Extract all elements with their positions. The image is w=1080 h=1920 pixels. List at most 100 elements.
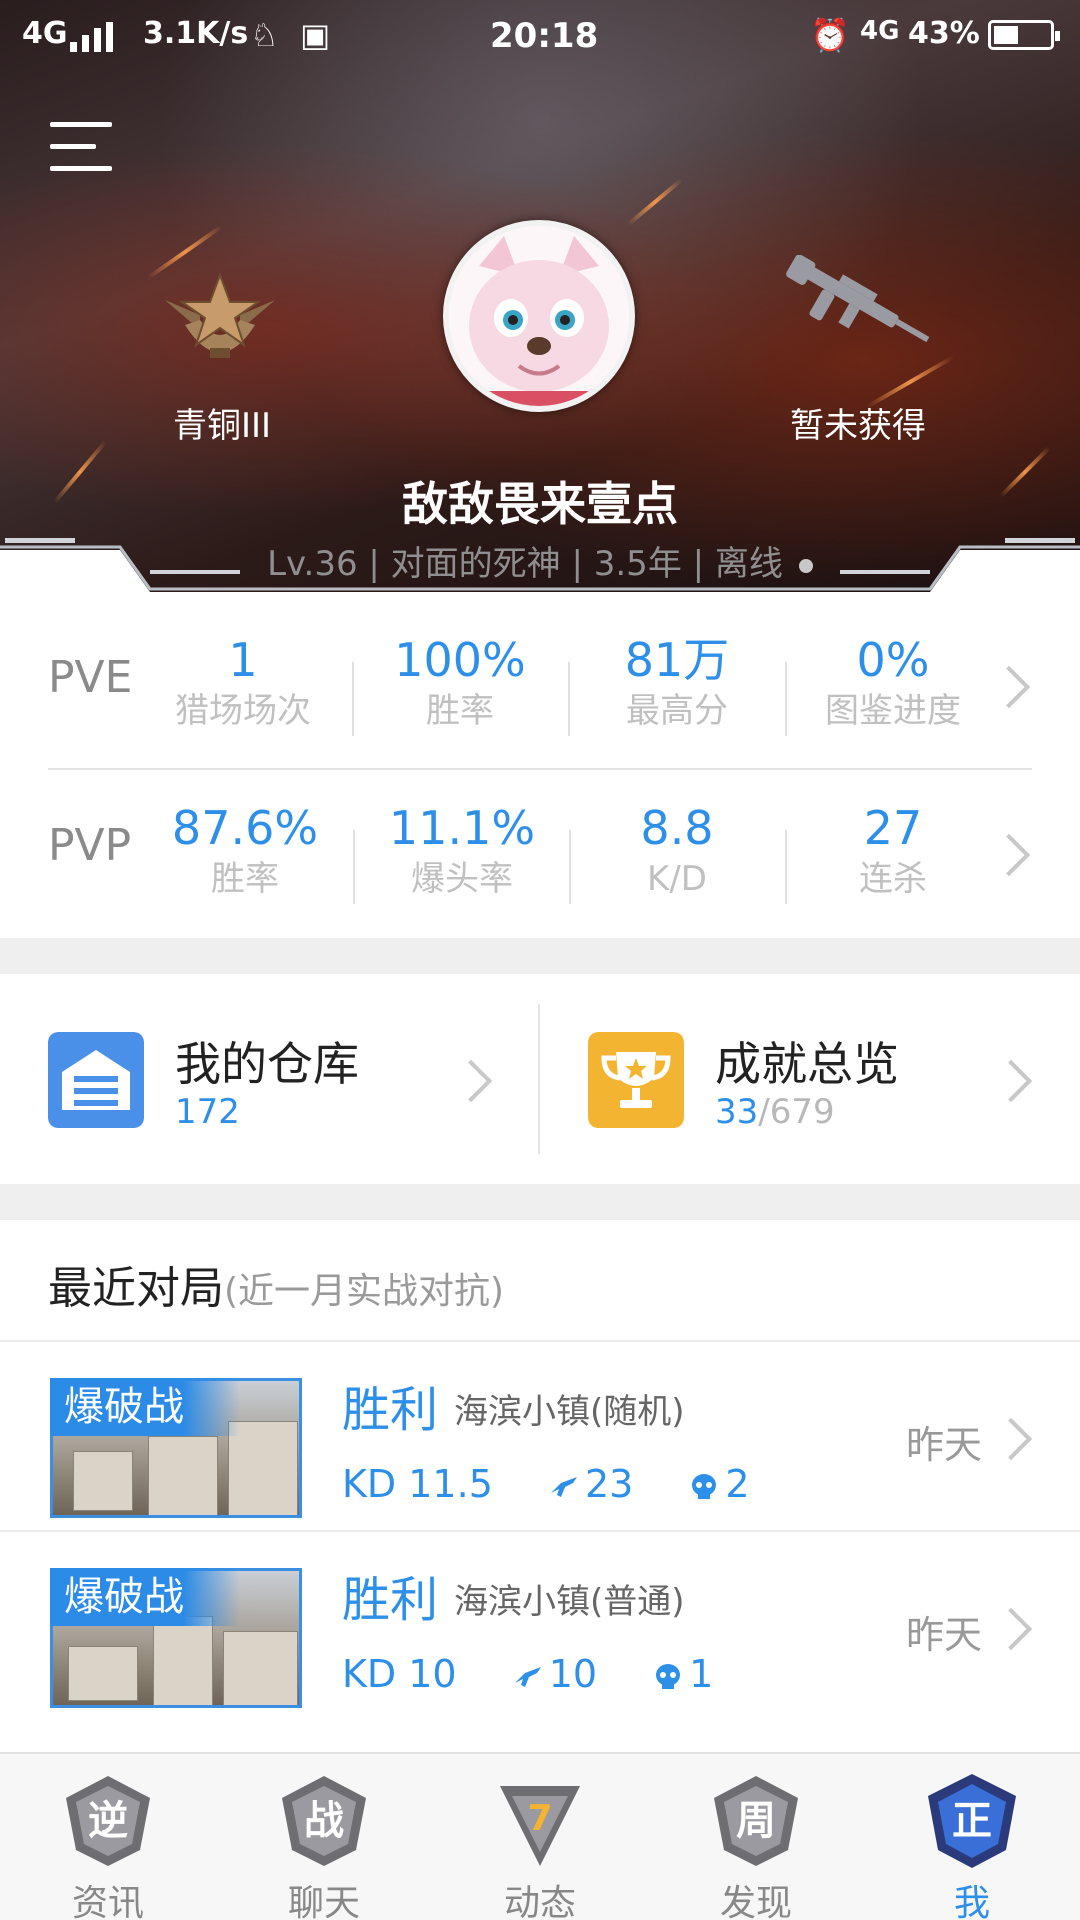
alarm-icon: ⏰ xyxy=(810,16,850,54)
network-speed: 3.1K/s xyxy=(143,16,249,51)
skull-icon xyxy=(656,1663,681,1689)
rank-emblem-icon[interactable] xyxy=(160,270,280,370)
news-badge-glyph: 逆 xyxy=(88,1798,128,1844)
warehouse-card[interactable]: 我的仓库 172 xyxy=(0,1000,540,1160)
kd-value: KD 10 xyxy=(342,1652,457,1696)
stat-name: 猎场场次 xyxy=(175,691,311,731)
recent-matches-title: 最近对局(近一月实战对抗) xyxy=(48,1252,504,1316)
chevron-right-icon xyxy=(989,1417,1033,1461)
stat-name: 连杀 xyxy=(859,859,927,899)
section-gap xyxy=(0,1184,1080,1220)
recent-subtitle: (近一月实战对抗) xyxy=(224,1271,505,1312)
bottom-nav: 逆 资讯 战 聊天 7 动态 周 发现 正 我 xyxy=(0,1752,1080,1920)
stat-name: 爆头率 xyxy=(411,859,513,899)
headshots-stat: 1 xyxy=(653,1652,713,1696)
stat-divider xyxy=(785,662,787,736)
stat-value: 11.1% xyxy=(388,801,536,855)
stat-name: 图鉴进度 xyxy=(825,691,961,731)
rank-label: 青铜III xyxy=(172,406,272,446)
stat-name: K/D xyxy=(647,859,707,899)
stat-value: 87.6% xyxy=(171,801,319,855)
trophy-icon xyxy=(588,1032,684,1128)
player-meta-text: Lv.36 | 对面的死神 | 3.5年 | 离线 xyxy=(267,544,783,584)
stat-value: 1 xyxy=(228,633,258,687)
achievement-card[interactable]: 成就总览 33/679 xyxy=(540,1000,1080,1160)
match-result: 胜利 xyxy=(342,1382,439,1438)
pve-stat-collection: 0% 图鉴进度 xyxy=(788,632,998,734)
stat-name: 最高分 xyxy=(626,691,728,731)
offline-status-dot xyxy=(798,558,813,573)
mode-tag: 爆破战 xyxy=(50,1378,240,1436)
match-result: 胜利 xyxy=(342,1572,439,1628)
stat-divider xyxy=(568,662,570,736)
warehouse-icon xyxy=(48,1032,144,1128)
pve-label: PVE xyxy=(48,652,133,703)
avatar[interactable] xyxy=(443,220,635,412)
headshots-value: 1 xyxy=(689,1652,714,1696)
mode-tag: 爆破战 xyxy=(50,1568,240,1626)
discover-badge-icon: 周 xyxy=(714,1776,798,1866)
menu-icon[interactable] xyxy=(50,120,112,172)
nav-item-chat[interactable]: 战 聊天 xyxy=(216,1762,432,1920)
kills-value: 10 xyxy=(548,1652,598,1696)
nav-label: 我 xyxy=(953,1883,990,1920)
warehouse-title: 我的仓库 xyxy=(175,1037,359,1091)
pvp-stat-headshot: 11.1% 爆头率 xyxy=(357,800,567,902)
pvp-stat-winrate: 87.6% 胜率 xyxy=(140,800,350,902)
player-name: 敌敌畏来壹点 xyxy=(402,477,678,531)
pve-stats-row[interactable]: PVE 1 猎场场次 100% 胜率 81万 最高分 0% 图鉴进度 xyxy=(0,602,1080,770)
avatar-cat-image xyxy=(449,226,629,406)
me-badge-icon: 正 xyxy=(928,1774,1016,1868)
chat-badge-glyph: 战 xyxy=(304,1798,344,1844)
news-badge-icon: 逆 xyxy=(66,1776,150,1866)
stat-name: 胜率 xyxy=(211,859,279,899)
headshots-stat: 2 xyxy=(689,1462,750,1506)
signal-icon xyxy=(70,18,126,52)
rifle-icon[interactable] xyxy=(780,255,940,355)
nav-label: 聊天 xyxy=(287,1883,360,1920)
stat-value: 27 xyxy=(863,801,923,855)
nav-item-news[interactable]: 逆 资讯 xyxy=(0,1762,216,1920)
recent-title-text: 最近对局 xyxy=(48,1263,224,1314)
map-name: 海滨小镇(随机) xyxy=(454,1392,685,1432)
player-meta: Lv.36 | 对面的死神 | 3.5年 | 离线 xyxy=(0,536,1080,585)
feed-badge-icon: 7 xyxy=(500,1786,580,1866)
screenshot-icon: ▣ xyxy=(300,16,331,54)
pvp-label: PVP xyxy=(48,820,132,871)
nav-label: 发现 xyxy=(719,1883,792,1920)
feed-badge-glyph: 7 xyxy=(527,1798,552,1839)
gun-icon xyxy=(550,1476,577,1497)
skull-icon xyxy=(692,1473,717,1499)
network-type: 4G xyxy=(22,16,68,51)
headshots-value: 2 xyxy=(725,1462,750,1506)
warehouse-count: 172 xyxy=(175,1092,240,1132)
pvp-stats-row[interactable]: PVP 87.6% 胜率 11.1% 爆头率 8.8 K/D 27 连杀 xyxy=(0,770,1080,938)
battery-icon xyxy=(988,20,1060,50)
clock-time: 20:18 xyxy=(490,16,599,56)
achievement-title: 成就总览 xyxy=(715,1037,899,1091)
profile-header: 4G 3.1K/s ♘ ▣ 20:18 ⏰ 4G 43% 青铜III 暂未获得 … xyxy=(0,0,1080,600)
nav-label: 资讯 xyxy=(71,1883,144,1920)
kills-stat: 10 xyxy=(513,1652,597,1696)
stat-divider xyxy=(569,830,571,904)
match-time: 昨天 xyxy=(906,1423,983,1467)
kd-value: KD 11.5 xyxy=(342,1462,493,1506)
pve-stat-winrate: 100% 胜率 xyxy=(355,632,565,734)
section-gap xyxy=(0,938,1080,974)
achievement-count-value: 33 xyxy=(715,1092,759,1132)
match-time: 昨天 xyxy=(906,1613,983,1657)
match-row[interactable]: 爆破战 胜利 海滨小镇(普通) KD 10 10 1 昨天 xyxy=(0,1530,1080,1720)
map-name: 海滨小镇(普通) xyxy=(454,1582,685,1622)
battery-percent: 43% xyxy=(908,16,980,51)
nav-item-feed[interactable]: 7 动态 xyxy=(432,1762,648,1920)
discover-badge-glyph: 周 xyxy=(736,1798,776,1844)
network-type-2: 4G xyxy=(860,16,900,46)
status-bar: 4G 3.1K/s ♘ ▣ 20:18 ⏰ 4G 43% xyxy=(0,0,1080,70)
me-badge-glyph: 正 xyxy=(952,1798,992,1844)
nav-item-discover[interactable]: 周 发现 xyxy=(648,1762,864,1920)
chat-badge-icon: 战 xyxy=(282,1776,366,1866)
stat-divider xyxy=(785,830,787,904)
nav-label: 动态 xyxy=(503,1883,576,1920)
match-row[interactable]: 爆破战 胜利 海滨小镇(随机) KD 11.5 23 2 昨天 xyxy=(0,1340,1080,1530)
nav-item-me[interactable]: 正 我 xyxy=(864,1762,1080,1920)
